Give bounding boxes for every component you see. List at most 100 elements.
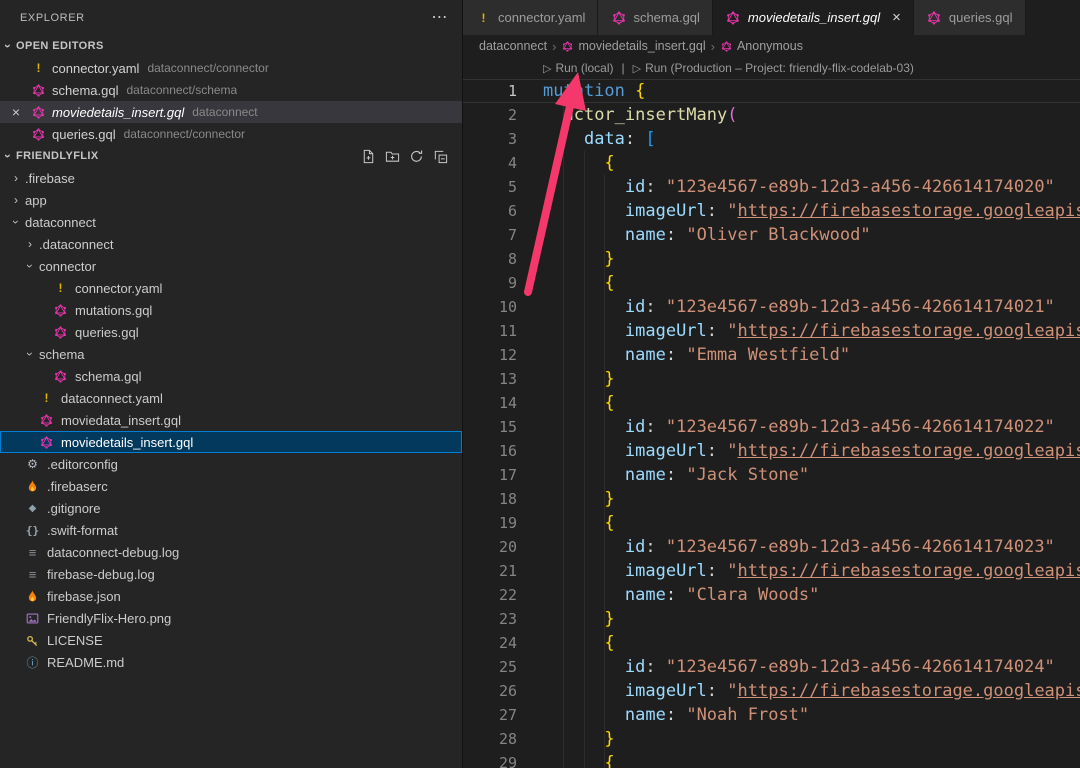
tree-item-firebase-debug-log[interactable]: ›≡firebase-debug.log bbox=[0, 563, 462, 585]
tab-moviedetails-insert-gql[interactable]: moviedetails_insert.gql× bbox=[713, 0, 914, 35]
tree-item-app[interactable]: ›app bbox=[0, 189, 462, 211]
open-editor-schema-gql[interactable]: schema.gqldataconnect/schema bbox=[0, 79, 462, 101]
code-line[interactable]: 12 name: "Emma Westfield" bbox=[463, 343, 1080, 367]
open-editors-section-header[interactable]: › OPEN EDITORS bbox=[0, 35, 462, 57]
code-line[interactable]: 25 id: "123e4567-e89b-12d3-a456-42661417… bbox=[463, 655, 1080, 679]
code-text: { bbox=[543, 751, 1080, 768]
code-line[interactable]: 9 { bbox=[463, 271, 1080, 295]
tree-label: .dataconnect bbox=[39, 237, 113, 252]
tab-queries-gql[interactable]: queries.gql bbox=[914, 0, 1026, 35]
breadcrumb-label: dataconnect bbox=[479, 39, 547, 53]
run-production-link[interactable]: ▷Run (Production – Project: friendly-fli… bbox=[633, 61, 914, 75]
tree-item-firebase[interactable]: ›.firebase bbox=[0, 167, 462, 189]
tree-item-dataconnect-yaml[interactable]: ›!dataconnect.yaml bbox=[0, 387, 462, 409]
code-line[interactable]: 27 name: "Noah Frost" bbox=[463, 703, 1080, 727]
tree-item-moviedata-insert-gql[interactable]: ›moviedata_insert.gql bbox=[0, 409, 462, 431]
code-line[interactable]: 4 { bbox=[463, 151, 1080, 175]
tree-item-dataconnect-debug-log[interactable]: ›≡dataconnect-debug.log bbox=[0, 541, 462, 563]
new-file-icon[interactable] bbox=[361, 149, 376, 164]
more-actions-icon[interactable]: ⋯ bbox=[431, 10, 448, 26]
tree-item-connector[interactable]: ›connector bbox=[0, 255, 462, 277]
tree-item-dataconnect[interactable]: ›.dataconnect bbox=[0, 233, 462, 255]
code-line[interactable]: 26 imageUrl: "https://firebasestorage.go… bbox=[463, 679, 1080, 703]
tree-item-queries-gql[interactable]: ›queries.gql bbox=[0, 321, 462, 343]
tree-item-editorconfig[interactable]: ›⚙.editorconfig bbox=[0, 453, 462, 475]
code-line[interactable]: 19 { bbox=[463, 511, 1080, 535]
code-line[interactable]: 14 { bbox=[463, 391, 1080, 415]
tree-item-gitignore[interactable]: ›◆.gitignore bbox=[0, 497, 462, 519]
play-icon: ▷ bbox=[543, 62, 551, 75]
code-line[interactable]: 22 name: "Clara Woods" bbox=[463, 583, 1080, 607]
code-editor[interactable]: 1mutation {2 actor_insertMany(3 data: [4… bbox=[463, 79, 1080, 768]
tree-item-friendlyflix-hero-png[interactable]: ›FriendlyFlix-Hero.png bbox=[0, 607, 462, 629]
tree-label: queries.gql bbox=[75, 325, 139, 340]
collapse-all-icon[interactable] bbox=[433, 149, 448, 164]
close-icon[interactable]: × bbox=[8, 101, 24, 123]
code-line[interactable]: 2 actor_insertMany( bbox=[463, 103, 1080, 127]
tab-bar: !connector.yaml schema.gql moviedetails_in… bbox=[463, 0, 1080, 35]
code-line[interactable]: 1mutation { bbox=[463, 79, 1080, 103]
graphql-icon bbox=[52, 370, 69, 383]
code-line[interactable]: 10 id: "123e4567-e89b-12d3-a456-42661417… bbox=[463, 295, 1080, 319]
code-text: data: [ bbox=[543, 127, 1080, 151]
explorer-title: EXPLORER bbox=[20, 12, 85, 24]
indent-guide bbox=[563, 103, 564, 768]
code-line[interactable]: 11 imageUrl: "https://firebasestorage.go… bbox=[463, 319, 1080, 343]
line-number: 5 bbox=[463, 175, 543, 199]
code-line[interactable]: 3 data: [ bbox=[463, 127, 1080, 151]
tab-schema-gql[interactable]: schema.gql bbox=[598, 0, 712, 35]
open-editor-connector-yaml[interactable]: !connector.yamldataconnect/connector bbox=[0, 57, 462, 79]
tree-item-dataconnect[interactable]: ›dataconnect bbox=[0, 211, 462, 233]
tree-item-connector-yaml[interactable]: ›!connector.yaml bbox=[0, 277, 462, 299]
code-line[interactable]: 16 imageUrl: "https://firebasestorage.go… bbox=[463, 439, 1080, 463]
tree-item-readme-md[interactable]: ›ⓘREADME.md bbox=[0, 651, 462, 673]
line-number: 18 bbox=[463, 487, 543, 511]
chevron-right-icon: › bbox=[552, 39, 556, 54]
code-line[interactable]: 23 } bbox=[463, 607, 1080, 631]
code-line[interactable]: 8 } bbox=[463, 247, 1080, 271]
code-line[interactable]: 18 } bbox=[463, 487, 1080, 511]
close-icon[interactable]: × bbox=[892, 9, 901, 26]
refresh-icon[interactable] bbox=[409, 149, 424, 164]
code-line[interactable]: 29 { bbox=[463, 751, 1080, 768]
code-text: name: "Emma Westfield" bbox=[543, 343, 1080, 367]
code-line[interactable]: 28 } bbox=[463, 727, 1080, 751]
folder-section-header[interactable]: › FRIENDLYFLIX bbox=[0, 145, 462, 167]
tree-item-schema[interactable]: ›schema bbox=[0, 343, 462, 365]
line-number: 27 bbox=[463, 703, 543, 727]
tree-label: dataconnect bbox=[25, 215, 96, 230]
graphql-icon bbox=[561, 41, 574, 52]
code-line[interactable]: 24 { bbox=[463, 631, 1080, 655]
code-text: } bbox=[543, 247, 1080, 271]
tree-item-firebaserc[interactable]: ›.firebaserc bbox=[0, 475, 462, 497]
code-line[interactable]: 21 imageUrl: "https://firebasestorage.go… bbox=[463, 559, 1080, 583]
code-line[interactable]: 13 } bbox=[463, 367, 1080, 391]
tree-item-schema-gql[interactable]: ›schema.gql bbox=[0, 365, 462, 387]
code-line[interactable]: 6 imageUrl: "https://firebasestorage.goo… bbox=[463, 199, 1080, 223]
chevron-right-icon: › bbox=[711, 39, 715, 54]
run-local-link[interactable]: ▷Run (local) bbox=[543, 61, 614, 75]
tree-label: schema.gql bbox=[75, 369, 141, 384]
code-line[interactable]: 17 name: "Jack Stone" bbox=[463, 463, 1080, 487]
code-line[interactable]: 7 name: "Oliver Blackwood" bbox=[463, 223, 1080, 247]
code-line[interactable]: 20 id: "123e4567-e89b-12d3-a456-42661417… bbox=[463, 535, 1080, 559]
tree-item-firebase-json[interactable]: ›firebase.json bbox=[0, 585, 462, 607]
tree-item-mutations-gql[interactable]: ›mutations.gql bbox=[0, 299, 462, 321]
open-editor-moviedetails-insert-gql[interactable]: ×moviedetails_insert.gqldataconnect bbox=[0, 101, 462, 123]
code-line[interactable]: 5 id: "123e4567-e89b-12d3-a456-426614174… bbox=[463, 175, 1080, 199]
open-editor-queries-gql[interactable]: queries.gqldataconnect/connector bbox=[0, 123, 462, 145]
breadcrumb-item-dataconnect[interactable]: dataconnect bbox=[479, 39, 547, 53]
new-folder-icon[interactable] bbox=[385, 149, 400, 164]
tab-connector-yaml[interactable]: !connector.yaml bbox=[463, 0, 598, 35]
tree-item-swift-format[interactable]: ›{}.swift-format bbox=[0, 519, 462, 541]
chevron-right-icon: › bbox=[22, 233, 38, 255]
breadcrumb-item-anonymous[interactable]: Anonymous bbox=[720, 39, 803, 53]
code-line[interactable]: 15 id: "123e4567-e89b-12d3-a456-42661417… bbox=[463, 415, 1080, 439]
tree-item-moviedetails-insert-gql[interactable]: ›moviedetails_insert.gql bbox=[0, 431, 462, 453]
graphql-icon bbox=[38, 414, 55, 427]
tree-item-license[interactable]: ›LICENSE bbox=[0, 629, 462, 651]
tab-label: schema.gql bbox=[633, 10, 699, 25]
open-editor-label: connector.yaml bbox=[52, 61, 139, 76]
breadcrumb-item-moviedetails-insert-gql[interactable]: moviedetails_insert.gql bbox=[561, 39, 705, 53]
flame-icon bbox=[24, 589, 41, 603]
